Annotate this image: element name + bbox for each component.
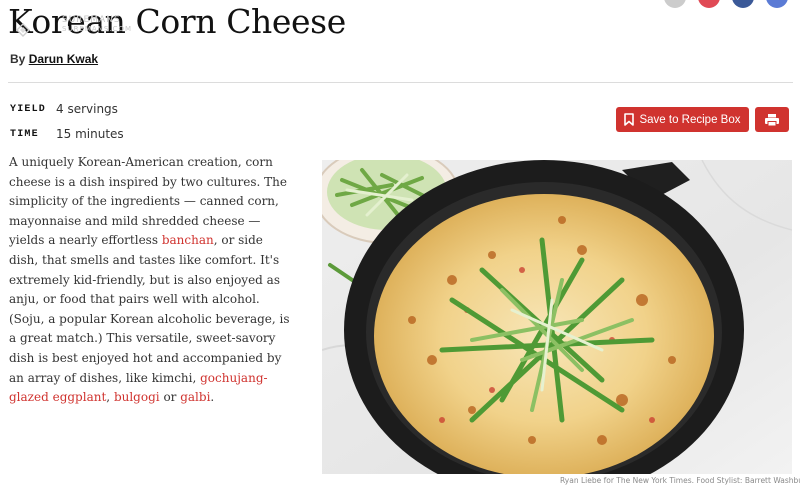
recipe-intro: A uniquely Korean-American creation, cor… — [9, 153, 291, 408]
intro-text-4: or — [159, 390, 181, 405]
time-label: TIME — [10, 129, 39, 140]
intro-text-5: . — [210, 390, 215, 405]
intro-text-2: , or side dish, that smells and tastes l… — [9, 233, 290, 385]
author-link[interactable]: Darun Kwak — [29, 52, 98, 66]
recipe-photo — [322, 160, 792, 474]
photo-credit: Ryan Liebe for The New York Times. Food … — [560, 476, 800, 485]
watermark-line1: SUREMANS — [62, 15, 121, 25]
intro-text-3: , — [106, 390, 114, 405]
link-galbi[interactable]: galbi — [180, 390, 210, 404]
share-icon-twitter[interactable] — [766, 0, 788, 8]
watermark-logo-icon — [16, 22, 30, 37]
share-icon-facebook[interactable] — [732, 0, 754, 8]
save-to-recipe-box-button[interactable]: Save to Recipe Box — [616, 107, 749, 132]
share-icon-email[interactable] — [664, 0, 686, 8]
link-bulgogi[interactable]: bulgogi — [114, 390, 160, 404]
watermark: SUREMANS SUREMANS.COM — [62, 16, 132, 34]
time-value: 15 minutes — [56, 127, 124, 141]
print-button[interactable] — [755, 107, 789, 132]
share-icon-pinterest[interactable] — [698, 0, 720, 8]
yield-label: YIELD — [10, 104, 47, 115]
link-banchan[interactable]: banchan — [162, 233, 214, 247]
printer-icon — [764, 113, 780, 127]
bookmark-icon — [624, 113, 635, 126]
byline-prefix: By — [10, 52, 26, 66]
divider — [8, 82, 793, 83]
watermark-line2: SUREMANS.COM — [62, 25, 133, 33]
save-button-label: Save to Recipe Box — [639, 113, 741, 126]
yield-value: 4 servings — [56, 102, 118, 116]
byline: By Darun Kwak — [10, 52, 98, 66]
recipe-title: Korean Corn Cheese — [8, 2, 346, 41]
